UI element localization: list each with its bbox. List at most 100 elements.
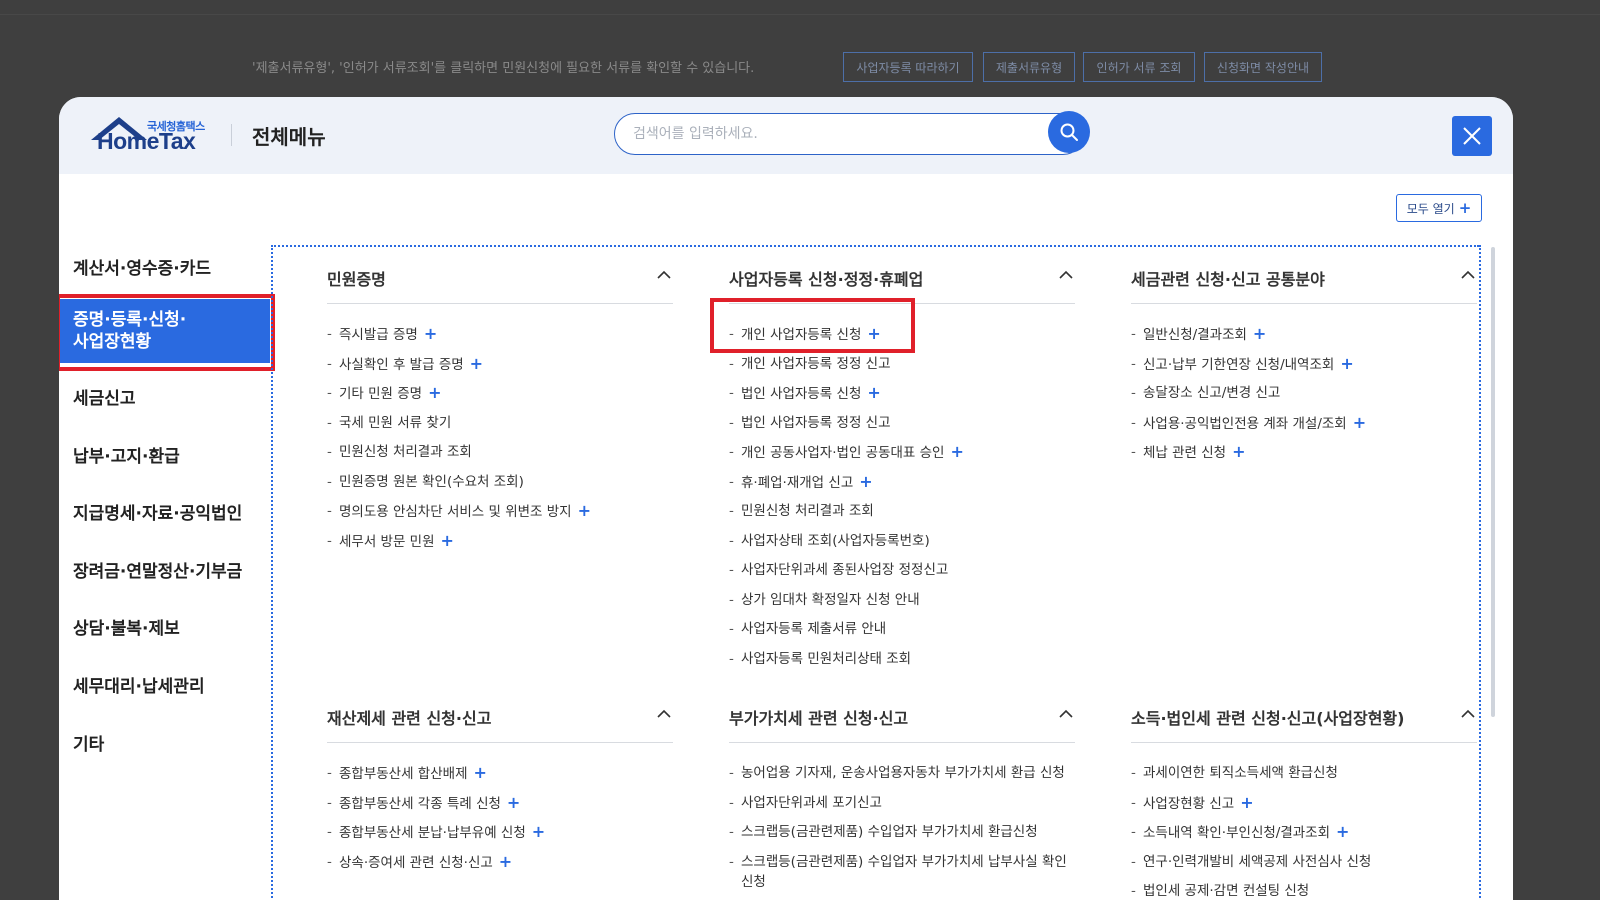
menu-item[interactable]: 휴·폐업·재개업 신고 + — [729, 472, 1075, 502]
nav-item-payment[interactable]: 납부·고지·환급 — [73, 442, 180, 467]
plus-icon: + — [1458, 199, 1472, 217]
menu-item[interactable]: 소득내역 확인·부인신청/결과조회 + — [1131, 822, 1477, 852]
chevron-up-icon[interactable] — [1461, 270, 1475, 280]
menu-item[interactable]: 신고·납부 기한연장 신청/내역조회 + — [1131, 354, 1477, 384]
bg-button-business-registration-guide[interactable]: 사업자등록 따라하기 — [843, 52, 973, 82]
plus-icon[interactable]: + — [950, 442, 963, 461]
plus-icon[interactable]: + — [441, 531, 454, 550]
plus-icon[interactable]: + — [428, 383, 441, 402]
menu-item[interactable]: 상가 임대차 확정일자 신청 안내 — [729, 590, 1075, 620]
menu-item[interactable]: 송달장소 신고/변경 신고 — [1131, 383, 1477, 413]
plus-icon[interactable]: + — [1353, 413, 1366, 432]
nav-item-consultation[interactable]: 상담·불복·제보 — [73, 614, 180, 639]
menu-item[interactable]: 과세이연한 퇴직소득세액 환급신청 — [1131, 763, 1477, 793]
menu-item[interactable]: 민원신청 처리결과 조회 — [327, 442, 673, 472]
chevron-up-icon[interactable] — [1059, 270, 1073, 280]
menu-item[interactable]: 종합부동산세 분납·납부유예 신청 + — [327, 822, 673, 852]
plus-icon[interactable]: + — [1232, 442, 1245, 461]
menu-item[interactable]: 법인 사업자등록 신청 + — [729, 383, 1075, 413]
section-header[interactable]: 세금관련 신청·신고 공통분야 — [1131, 252, 1477, 304]
plus-icon[interactable]: + — [499, 852, 512, 871]
close-button[interactable] — [1452, 116, 1492, 156]
menu-item-label: 소득내역 확인·부인신청/결과조회 — [1143, 825, 1331, 841]
plus-icon[interactable]: + — [859, 472, 872, 491]
menu-item[interactable]: 사업자단위과세 종된사업장 정정신고 — [729, 560, 1075, 590]
nav-item-invoices[interactable]: 계산서·영수증·카드 — [73, 254, 211, 279]
menu-item[interactable]: 개인 사업자등록 정정 신고 — [729, 354, 1075, 384]
menu-item-label: 법인 사업자등록 신청 — [741, 386, 862, 402]
nav-item-tax-agent[interactable]: 세무대리·납세관리 — [73, 672, 205, 697]
menu-item[interactable]: 스크랩등(금관련제품) 수입업자 부가가치세 환급신청 — [729, 822, 1075, 852]
menu-item-label: 사업자단위과세 종된사업장 정정신고 — [741, 562, 949, 578]
nav-item-other[interactable]: 기타 — [73, 730, 104, 755]
menu-item[interactable]: 체납 관련 신청 + — [1131, 442, 1477, 472]
menu-item[interactable]: 즉시발급 증명 + — [327, 324, 673, 354]
section-header[interactable]: 부가가치세 관련 신청·신고 — [729, 691, 1075, 743]
menu-item[interactable]: 국세 민원 서류 찾기 — [327, 413, 673, 443]
search-input[interactable] — [633, 123, 1033, 145]
menu-item[interactable]: 스크랩등(금관련제품) 수입업자 부가가치세 납부사실 확인신청 — [729, 852, 1075, 896]
section-title: 민원증명 — [327, 270, 386, 289]
nav-item-tax-filing[interactable]: 세금신고 — [73, 384, 136, 409]
menu-item-label: 스크랩등(금관련제품) 수입업자 부가가치세 환급신청 — [741, 824, 1038, 840]
menu-list: 개인 사업자등록 신청+개인 사업자등록 정정 신고법인 사업자등록 신청+법인… — [729, 324, 1075, 678]
section-header[interactable]: 민원증명 — [327, 252, 673, 304]
plus-icon[interactable]: + — [532, 822, 545, 841]
plus-icon[interactable]: + — [424, 324, 437, 343]
content-border-right — [1479, 245, 1481, 900]
bg-button-document-types[interactable]: 제출서류유형 — [983, 52, 1075, 82]
menu-item[interactable]: 사업자단위과세 포기신고 — [729, 793, 1075, 823]
section-header[interactable]: 사업자등록 신청·정정·휴폐업 — [729, 252, 1075, 304]
menu-item[interactable]: 농어업용 기자재, 운송사업용자동차 부가가치세 환급 신청 — [729, 763, 1075, 793]
bg-button-permit-lookup[interactable]: 인허가 서류 조회 — [1083, 52, 1195, 82]
menu-item-label: 일반신청/결과조회 — [1143, 327, 1247, 343]
menu-item[interactable]: 상속·증여세 관련 신청·신고 + — [327, 852, 673, 882]
expand-all-button[interactable]: 모두 열기 + — [1396, 194, 1482, 222]
section-title: 세금관련 신청·신고 공통분야 — [1131, 270, 1325, 289]
chevron-up-icon[interactable] — [657, 709, 671, 719]
nav-item-incentives[interactable]: 장려금·연말정산·기부금 — [73, 557, 242, 582]
plus-icon[interactable]: + — [1336, 822, 1349, 841]
menu-item-label: 사업자등록 민원처리상태 조회 — [741, 650, 912, 667]
plus-icon[interactable]: + — [1253, 324, 1266, 343]
menu-item-label: 신고·납부 기한연장 신청/내역조회 — [1143, 356, 1335, 373]
menu-item[interactable]: 일반신청/결과조회 + — [1131, 324, 1477, 354]
menu-item[interactable]: 민원증명 원본 확인(수요처 조회) — [327, 472, 673, 502]
chevron-up-icon[interactable] — [1461, 709, 1475, 719]
section-header[interactable]: 소득·법인세 관련 신청·신고(사업장현황) — [1131, 691, 1477, 743]
menu-item[interactable]: 개인 공동사업자·법인 공동대표 승인 + — [729, 442, 1075, 472]
plus-icon[interactable]: + — [578, 501, 591, 520]
nav-item-payment-statements[interactable]: 지급명세·자료·공익법인 — [73, 499, 242, 524]
search-button[interactable] — [1048, 111, 1090, 153]
menu-item[interactable]: 세무서 방문 민원 + — [327, 531, 673, 561]
section-header[interactable]: 재산제세 관련 신청·신고 — [327, 691, 673, 743]
plus-icon[interactable]: + — [507, 793, 520, 812]
chevron-up-icon[interactable] — [657, 270, 671, 280]
menu-item[interactable]: 사업자등록 민원처리상태 조회 — [729, 649, 1075, 679]
plus-icon[interactable]: + — [867, 383, 880, 402]
menu-item[interactable]: 명의도용 안심차단 서비스 및 위변조 방지 + — [327, 501, 673, 531]
plus-icon[interactable]: + — [470, 354, 483, 373]
menu-item[interactable]: 법인세 공제·감면 컨설팅 신청 — [1131, 881, 1477, 900]
menu-item[interactable]: 종합부동산세 각종 특례 신청 + — [327, 793, 673, 823]
menu-item[interactable]: 종합부동산세 합산배제 + — [327, 763, 673, 793]
section-title: 사업자등록 신청·정정·휴폐업 — [729, 270, 924, 289]
menu-item[interactable]: 사실확인 후 발급 증명 + — [327, 354, 673, 384]
section-civil-certificates: 민원증명즉시발급 증명 + 사실확인 후 발급 증명 + 기타 민원 증명 + 국세 민원 … — [327, 252, 673, 560]
menu-item[interactable]: 기타 민원 증명 + — [327, 383, 673, 413]
menu-item-label: 개인 사업자등록 정정 신고 — [741, 355, 891, 372]
plus-icon[interactable]: + — [474, 763, 487, 782]
plus-icon[interactable]: + — [1240, 793, 1253, 812]
menu-item[interactable]: 사업장현황 신고 + — [1131, 793, 1477, 823]
menu-item[interactable]: 민원신청 처리결과 조회 — [729, 501, 1075, 531]
bg-button-form-guide[interactable]: 신청화면 작성안내 — [1204, 52, 1322, 82]
chevron-up-icon[interactable] — [1059, 709, 1073, 719]
menu-item[interactable]: 연구·인력개발비 세액공제 사전심사 신청 — [1131, 852, 1477, 882]
plus-icon[interactable]: + — [1340, 354, 1353, 373]
expand-all-label: 모두 열기 — [1406, 201, 1455, 216]
scrollbar[interactable] — [1491, 247, 1495, 717]
menu-item[interactable]: 사업자등록 제출서류 안내 — [729, 619, 1075, 649]
menu-item[interactable]: 사업자상태 조회(사업자등록번호) — [729, 531, 1075, 561]
menu-item[interactable]: 법인 사업자등록 정정 신고 — [729, 413, 1075, 443]
menu-item[interactable]: 사업용·공익법인전용 계좌 개설/조회 + — [1131, 413, 1477, 443]
